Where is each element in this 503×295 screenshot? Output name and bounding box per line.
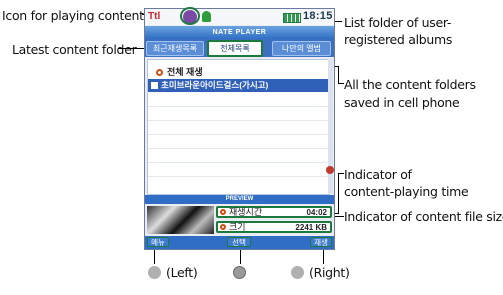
radio-icon [220,224,226,230]
center-key-icon [233,266,246,279]
album-thumbnail [147,206,214,234]
callout-playing-icon [180,7,200,25]
file-size-indicator: 크기 2241 KB [216,221,332,233]
softkey-select[interactable]: 선택 [227,237,251,247]
note-playing-time-2: content-playing time [344,184,469,199]
left-key-label: (Left) [166,265,198,280]
softkey-bar: 메뉴 선택 재생 [145,236,334,249]
divider [148,134,329,135]
leader-center-key [240,250,241,264]
note-file-size: Indicator of content file size [344,209,503,224]
note-user-albums-1: List folder of user- [344,15,452,30]
status-time: 18:15 [303,10,333,22]
note-playing-icon: Icon for playing contents [2,8,150,23]
leader-right-key [323,250,324,264]
tab-all[interactable]: 전체목록 [207,40,263,57]
note-user-albums-2: registered albums [344,32,453,47]
phone-screen: Ttl 18:15 NATE PLAYER 최근재생목록 전체목록 나만의 앨범… [144,8,335,250]
divider [148,106,329,107]
playing-time-indicator: 재생시간 04:02 [216,206,332,218]
scroll-indicator-icon [326,166,334,174]
app-title: NATE PLAYER [145,26,334,39]
preview-label: PREVIEW [145,195,334,204]
list-header[interactable]: 전체 재생 [156,65,203,78]
list-item-selected[interactable]: 초미브라운아이드걸스(가시고) [148,79,329,92]
softkey-menu[interactable]: 메뉴 [147,237,169,247]
leader-all-folders-v2 [338,66,339,83]
folder-tabs: 최근재생목록 전체목록 나만의 앨범 [145,39,334,57]
status-bar: Ttl 18:15 [145,9,334,25]
left-key-icon [148,266,161,279]
radio-icon [220,209,226,215]
right-key-icon [291,266,304,279]
frog-icon [202,11,211,22]
note-all-folders-1: All the content folders [344,77,476,92]
tab-latest[interactable]: 최근재생목록 [146,41,204,56]
checkbox-icon [151,82,158,89]
divider [148,120,329,121]
note-latest-folder: Latest content folder [12,42,137,57]
battery-icon [283,13,301,23]
note-playing-time-1: Indicator of [344,167,412,182]
content-list: 전체 재생 초미브라운아이드걸스(가시고) [147,59,330,195]
signal-icon: Ttl [148,11,161,22]
softkey-play[interactable]: 재생 [310,237,332,247]
leader-all-folders-h2 [338,83,344,84]
radio-icon [156,69,163,76]
leader-left-key [154,250,155,264]
tab-my-album[interactable]: 나만의 앨범 [272,41,331,56]
divider [148,148,329,149]
divider [148,162,329,163]
note-all-folders-2: saved in cell phone [344,95,460,110]
right-key-label: (Right) [309,265,350,280]
leader-playing-time-v [338,173,339,213]
divider [148,176,329,177]
